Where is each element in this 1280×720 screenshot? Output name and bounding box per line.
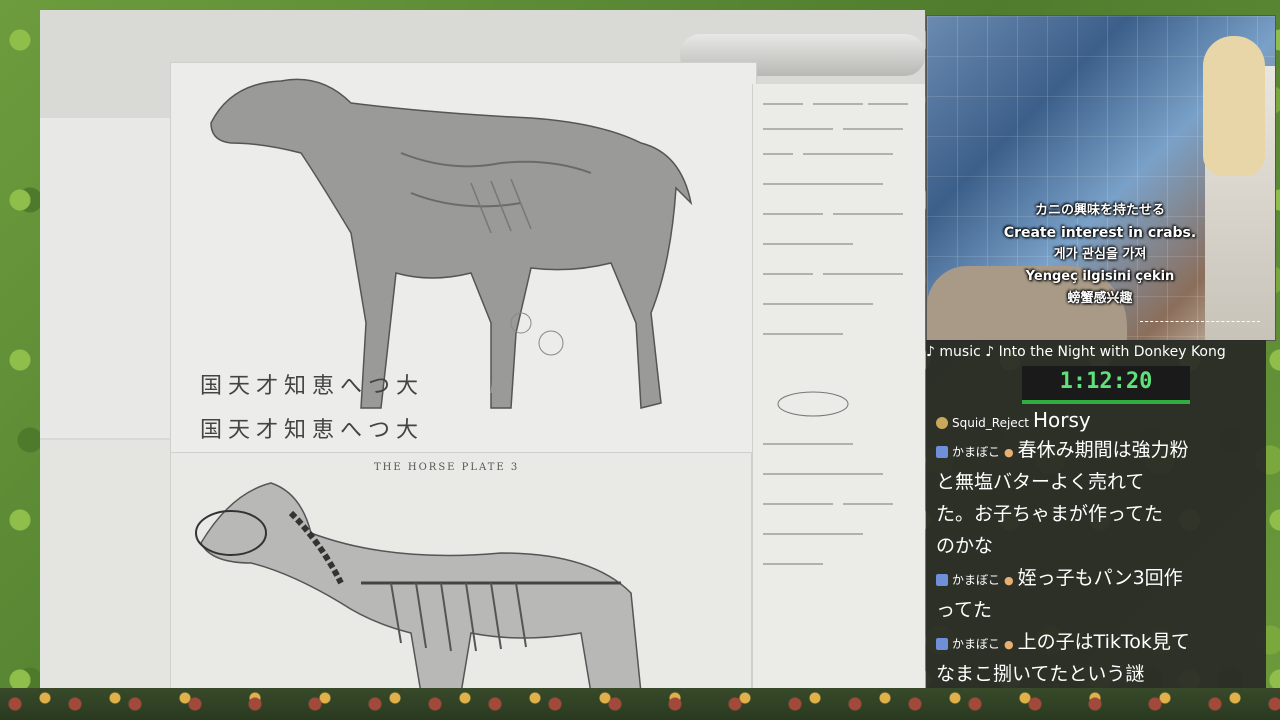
horse-skeleton-drawing [195,482,642,688]
emote-icon: ● [1004,574,1014,587]
chat-message: かまぼこ ● 春休み期間は強力粉 と無塩バターよく売れて た。お子ちゃまが作ってた … [936,434,1261,562]
chat-text-line: と無塩バターよく売れて [936,471,1145,493]
plate-caption-2: 国天才知恵へつ大 [200,418,425,443]
subtitle-english: Create interest in crabs. [1003,225,1197,241]
chat-message: かまぼこ ● 上の子はTikTok見て なまこ捌いてたという謎 [936,626,1261,688]
handwriting-scribbles [763,103,908,565]
subtitle-korean: 게가 관심을 가져 [1053,247,1147,262]
chat-text-line: なまこ捌いてたという謎 [936,663,1145,685]
plate-title: THE HORSE PLATE 3 [374,462,520,473]
chat-username: かまぼこ [952,573,1001,587]
user-badge-icon [936,445,948,458]
chat-text-line: のかな [936,535,994,557]
chat-text: 春休み期間は強力粉 [1017,439,1189,461]
stream-timer: 1:12:20 [1022,366,1190,404]
chat-message: かまぼこ ● 姪っ子もパン3回作 ってた [936,562,1261,626]
drawing-board: 国天才知恵へつ大 国天才知恵へつ大 THE HORSE PLATE 3 [40,10,925,688]
chat-panel: ♪ music ♪ Into the Night with Donkey Kon… [926,340,1266,688]
chat-text: 上の子はTikTok見て [1017,631,1190,653]
user-badge-icon [936,573,948,586]
subtitle-turkish: Yengeç ilgisini çekin [1025,269,1175,284]
subtitle-chinese: 螃蟹感兴趣 [1067,291,1133,306]
chat-username: Squid_Reject [952,416,1029,430]
chat-username: かまぼこ [952,445,1001,459]
sketch-paper-left [40,118,171,438]
now-playing-ticker: ♪ music ♪ Into the Night with Donkey Kon… [926,344,1266,360]
webcam-divider [1140,321,1260,322]
chat-text: Horsy [1033,408,1091,432]
chat-text: 姪っ子もパン3回作 [1017,567,1183,589]
subtitle-japanese: カニの興味を持たせる [1034,203,1165,218]
chat-username: かまぼこ [952,637,1001,651]
overlay-bottom-strip [0,688,1280,720]
chat-text-line: た。お子ちゃまが作ってた [936,503,1164,525]
chat-text-line: ってた [936,599,993,621]
horse-skeleton-plate [170,452,752,688]
handwritten-notes-paper [752,84,925,688]
emote-icon: ● [1004,638,1014,651]
teddy-bear [1203,36,1265,176]
chat-message: Squid_Reject Horsy [936,404,1261,436]
sketch-paper-left-lower [40,440,170,688]
now-playing-text: music ♪ Into the Night with Donkey Kong [939,344,1226,360]
music-note-icon: ♪ [926,344,940,360]
emote-icon: ● [1004,446,1014,459]
user-badge-icon [936,637,948,650]
user-badge-icon [936,416,948,429]
translation-subtitles: カニの興味を持たせる Create interest in crabs. 게가 … [926,200,1274,310]
plate-caption-1: 国天才知恵へつ大 [200,374,425,399]
